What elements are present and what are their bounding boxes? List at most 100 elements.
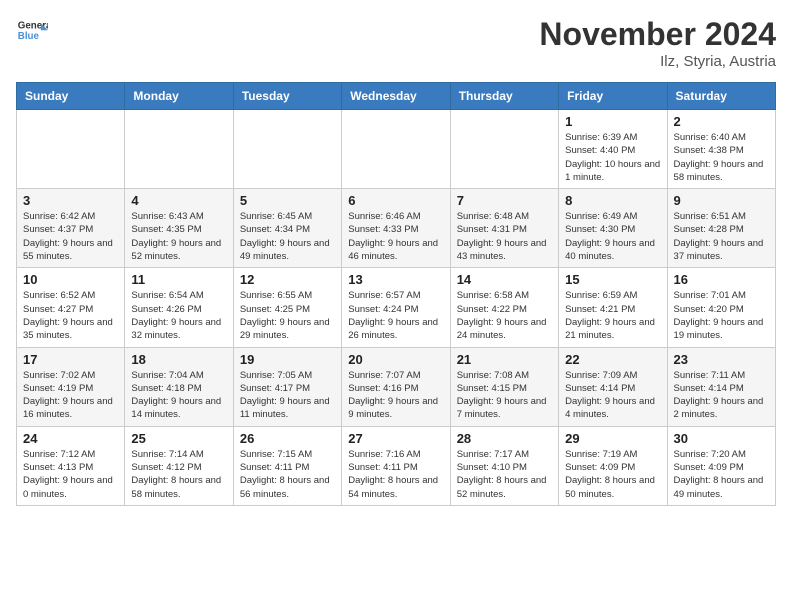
day-number: 25 <box>131 431 226 446</box>
day-info: Sunrise: 6:51 AM Sunset: 4:28 PM Dayligh… <box>674 210 769 263</box>
day-info: Sunrise: 7:07 AM Sunset: 4:16 PM Dayligh… <box>348 369 443 422</box>
day-number: 22 <box>565 352 660 367</box>
day-number: 10 <box>23 272 118 287</box>
weekday-header-monday: Monday <box>125 83 233 110</box>
calendar-cell: 21Sunrise: 7:08 AM Sunset: 4:15 PM Dayli… <box>450 347 558 426</box>
weekday-header-sunday: Sunday <box>17 83 125 110</box>
calendar-table: SundayMondayTuesdayWednesdayThursdayFrid… <box>16 82 776 506</box>
day-number: 2 <box>674 114 769 129</box>
day-info: Sunrise: 7:12 AM Sunset: 4:13 PM Dayligh… <box>23 448 118 501</box>
weekday-header-wednesday: Wednesday <box>342 83 450 110</box>
day-info: Sunrise: 6:40 AM Sunset: 4:38 PM Dayligh… <box>674 131 769 184</box>
calendar-cell: 7 Sunrise: 6:48 AM Sunset: 4:31 PM Daylig… <box>450 189 558 268</box>
calendar-cell: 12 Sunrise: 6:55 AM Sunset: 4:25 PM Dayli… <box>233 268 341 347</box>
calendar-cell: 14Sunrise: 6:58 AM Sunset: 4:22 PM Dayli… <box>450 268 558 347</box>
calendar-cell: 3 Sunrise: 6:42 AM Sunset: 4:37 PM Daylig… <box>17 189 125 268</box>
logo: General Blue <box>16 16 48 48</box>
calendar-cell: 24Sunrise: 7:12 AM Sunset: 4:13 PM Dayli… <box>17 426 125 505</box>
calendar-cell <box>342 110 450 189</box>
day-number: 11 <box>131 272 226 287</box>
day-info: Sunrise: 7:01 AM Sunset: 4:20 PM Dayligh… <box>674 289 769 342</box>
calendar-header: SundayMondayTuesdayWednesdayThursdayFrid… <box>17 83 776 110</box>
day-info: Sunrise: 6:54 AM Sunset: 4:26 PM Dayligh… <box>131 289 226 342</box>
calendar-cell: 20Sunrise: 7:07 AM Sunset: 4:16 PM Dayli… <box>342 347 450 426</box>
calendar-cell <box>125 110 233 189</box>
day-number: 13 <box>348 272 443 287</box>
calendar-cell: 30 Sunrise: 7:20 AM Sunset: 4:09 PM Dayli… <box>667 426 775 505</box>
day-info: Sunrise: 7:11 AM Sunset: 4:14 PM Dayligh… <box>674 369 769 422</box>
calendar-cell <box>450 110 558 189</box>
day-info: Sunrise: 6:39 AM Sunset: 4:40 PM Dayligh… <box>565 131 660 184</box>
day-number: 15 <box>565 272 660 287</box>
calendar-cell: 11 Sunrise: 6:54 AM Sunset: 4:26 PM Dayli… <box>125 268 233 347</box>
day-number: 30 <box>674 431 769 446</box>
day-number: 14 <box>457 272 552 287</box>
calendar-cell: 17 Sunrise: 7:02 AM Sunset: 4:19 PM Dayli… <box>17 347 125 426</box>
day-info: Sunrise: 7:02 AM Sunset: 4:19 PM Dayligh… <box>23 369 118 422</box>
day-info: Sunrise: 7:20 AM Sunset: 4:09 PM Dayligh… <box>674 448 769 501</box>
day-info: Sunrise: 7:05 AM Sunset: 4:17 PM Dayligh… <box>240 369 335 422</box>
day-number: 16 <box>674 272 769 287</box>
title-block: November 2024 Ilz, Styria, Austria <box>539 16 776 70</box>
logo-icon: General Blue <box>16 16 48 48</box>
day-number: 9 <box>674 193 769 208</box>
calendar-cell: 29Sunrise: 7:19 AM Sunset: 4:09 PM Dayli… <box>559 426 667 505</box>
day-info: Sunrise: 6:46 AM Sunset: 4:33 PM Dayligh… <box>348 210 443 263</box>
calendar-week-1: 1 Sunrise: 6:39 AM Sunset: 4:40 PM Daylig… <box>17 110 776 189</box>
day-info: Sunrise: 6:45 AM Sunset: 4:34 PM Dayligh… <box>240 210 335 263</box>
day-number: 27 <box>348 431 443 446</box>
day-number: 3 <box>23 193 118 208</box>
day-number: 5 <box>240 193 335 208</box>
calendar-week-4: 17 Sunrise: 7:02 AM Sunset: 4:19 PM Dayli… <box>17 347 776 426</box>
weekday-header-saturday: Saturday <box>667 83 775 110</box>
day-info: Sunrise: 6:48 AM Sunset: 4:31 PM Dayligh… <box>457 210 552 263</box>
calendar-subtitle: Ilz, Styria, Austria <box>539 53 776 70</box>
calendar-cell: 5 Sunrise: 6:45 AM Sunset: 4:34 PM Daylig… <box>233 189 341 268</box>
day-number: 4 <box>131 193 226 208</box>
calendar-week-2: 3 Sunrise: 6:42 AM Sunset: 4:37 PM Daylig… <box>17 189 776 268</box>
calendar-cell <box>17 110 125 189</box>
day-number: 7 <box>457 193 552 208</box>
day-info: Sunrise: 6:55 AM Sunset: 4:25 PM Dayligh… <box>240 289 335 342</box>
calendar-week-5: 24Sunrise: 7:12 AM Sunset: 4:13 PM Dayli… <box>17 426 776 505</box>
page-header: General Blue November 2024 Ilz, Styria, … <box>16 16 776 70</box>
day-info: Sunrise: 7:14 AM Sunset: 4:12 PM Dayligh… <box>131 448 226 501</box>
calendar-cell: 26Sunrise: 7:15 AM Sunset: 4:11 PM Dayli… <box>233 426 341 505</box>
calendar-cell: 15Sunrise: 6:59 AM Sunset: 4:21 PM Dayli… <box>559 268 667 347</box>
calendar-cell: 27 Sunrise: 7:16 AM Sunset: 4:11 PM Dayli… <box>342 426 450 505</box>
day-number: 28 <box>457 431 552 446</box>
day-number: 8 <box>565 193 660 208</box>
day-info: Sunrise: 7:09 AM Sunset: 4:14 PM Dayligh… <box>565 369 660 422</box>
day-info: Sunrise: 6:57 AM Sunset: 4:24 PM Dayligh… <box>348 289 443 342</box>
weekday-header-friday: Friday <box>559 83 667 110</box>
weekday-header-row: SundayMondayTuesdayWednesdayThursdayFrid… <box>17 83 776 110</box>
calendar-cell: 4 Sunrise: 6:43 AM Sunset: 4:35 PM Daylig… <box>125 189 233 268</box>
calendar-cell: 16 Sunrise: 7:01 AM Sunset: 4:20 PM Dayli… <box>667 268 775 347</box>
calendar-cell: 19Sunrise: 7:05 AM Sunset: 4:17 PM Dayli… <box>233 347 341 426</box>
calendar-cell: 1 Sunrise: 6:39 AM Sunset: 4:40 PM Daylig… <box>559 110 667 189</box>
calendar-title: November 2024 <box>539 16 776 53</box>
day-number: 1 <box>565 114 660 129</box>
day-info: Sunrise: 6:49 AM Sunset: 4:30 PM Dayligh… <box>565 210 660 263</box>
day-info: Sunrise: 6:42 AM Sunset: 4:37 PM Dayligh… <box>23 210 118 263</box>
day-info: Sunrise: 6:43 AM Sunset: 4:35 PM Dayligh… <box>131 210 226 263</box>
calendar-cell: 9 Sunrise: 6:51 AM Sunset: 4:28 PM Daylig… <box>667 189 775 268</box>
weekday-header-thursday: Thursday <box>450 83 558 110</box>
calendar-cell: 13 Sunrise: 6:57 AM Sunset: 4:24 PM Dayli… <box>342 268 450 347</box>
calendar-cell: 28Sunrise: 7:17 AM Sunset: 4:10 PM Dayli… <box>450 426 558 505</box>
calendar-cell: 25 Sunrise: 7:14 AM Sunset: 4:12 PM Dayli… <box>125 426 233 505</box>
day-number: 18 <box>131 352 226 367</box>
day-number: 17 <box>23 352 118 367</box>
calendar-cell: 10 Sunrise: 6:52 AM Sunset: 4:27 PM Dayli… <box>17 268 125 347</box>
day-number: 29 <box>565 431 660 446</box>
day-info: Sunrise: 7:16 AM Sunset: 4:11 PM Dayligh… <box>348 448 443 501</box>
calendar-cell: 8 Sunrise: 6:49 AM Sunset: 4:30 PM Daylig… <box>559 189 667 268</box>
day-info: Sunrise: 6:52 AM Sunset: 4:27 PM Dayligh… <box>23 289 118 342</box>
day-number: 26 <box>240 431 335 446</box>
calendar-cell: 6Sunrise: 6:46 AM Sunset: 4:33 PM Daylig… <box>342 189 450 268</box>
svg-text:Blue: Blue <box>18 31 40 42</box>
day-info: Sunrise: 7:08 AM Sunset: 4:15 PM Dayligh… <box>457 369 552 422</box>
day-number: 12 <box>240 272 335 287</box>
calendar-week-3: 10 Sunrise: 6:52 AM Sunset: 4:27 PM Dayli… <box>17 268 776 347</box>
calendar-cell: 18Sunrise: 7:04 AM Sunset: 4:18 PM Dayli… <box>125 347 233 426</box>
